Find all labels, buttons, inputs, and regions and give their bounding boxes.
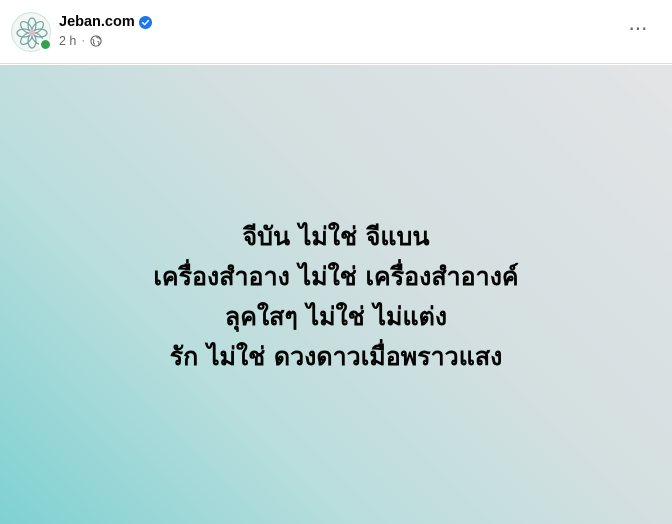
page-name-link[interactable]: Jeban.com (59, 13, 135, 31)
post-timestamp[interactable]: 2 h (59, 33, 76, 49)
post-card: Jeban.com 2 h · ··· จีบัน ไม่ใช่ จีแบน เ… (0, 0, 672, 524)
meta-separator: · (81, 35, 86, 47)
page-avatar[interactable] (11, 12, 52, 52)
post-text-line: จีบัน ไม่ใช่ จีแบน (242, 221, 430, 251)
post-background: จีบัน ไม่ใช่ จีแบน เครื่องสำอาง ไม่ใช่ เ… (0, 65, 672, 524)
post-text-line: ลุคใสๆ ไม่ใช่ ไม่แต่ง (224, 301, 448, 331)
more-options-button[interactable]: ··· (620, 14, 656, 50)
page-name-row: Jeban.com (59, 13, 152, 31)
post-text-line: รัก ไม่ใช่ ดวงดาวเมื่อพราวแสง (169, 341, 503, 371)
post-meta: 2 h · (59, 33, 102, 49)
online-status-dot (39, 38, 52, 51)
verified-badge-icon (138, 15, 152, 29)
more-options-icon: ··· (628, 17, 648, 41)
post-text: จีบัน ไม่ใช่ จีแบน เครื่องสำอาง ไม่ใช่ เ… (153, 217, 518, 377)
post-text-line: เครื่องสำอาง ไม่ใช่ เครื่องสำอางค์ (153, 261, 519, 291)
post-header: Jeban.com 2 h · ··· (0, 0, 672, 64)
globe-icon[interactable] (90, 35, 102, 47)
